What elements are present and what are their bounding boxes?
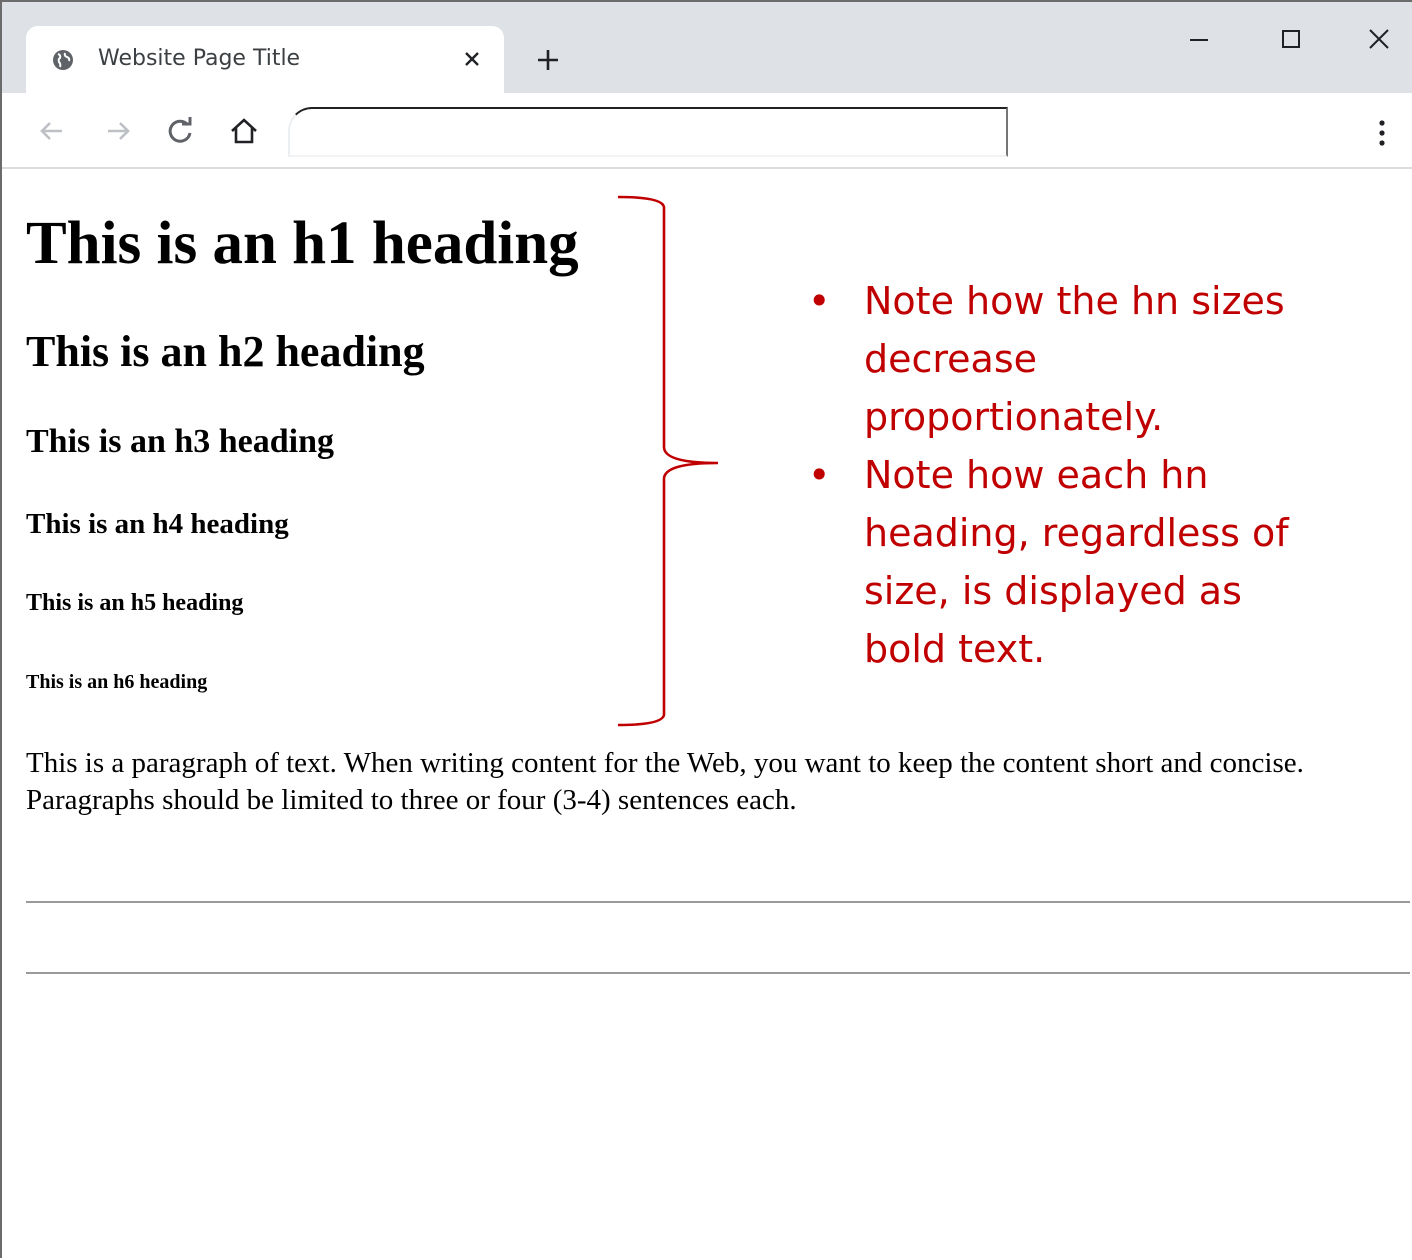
close-icon[interactable] [459,46,485,72]
h1-heading: This is an h1 heading [26,210,579,277]
browser-window: Website Page Title This is an h1 heading… [0,0,1412,1258]
h2-heading: This is an h2 heading [26,327,425,376]
tab-title: Website Page Title [98,46,301,71]
annotation-note: • Note how the hn sizes decrease proport… [808,272,1328,446]
note-text: Note how each hn heading, regardless of … [864,453,1289,671]
h4-heading: This is an h4 heading [26,508,289,540]
browser-toolbar [2,93,1412,169]
horizontal-rule [26,901,1410,903]
note-text: Note how the hn sizes decrease proportio… [864,279,1285,439]
h6-heading: This is an h6 heading [26,671,208,693]
home-icon[interactable] [226,113,262,149]
annotation-notes: • Note how the hn sizes decrease proport… [808,272,1328,678]
title-bar: Website Page Title [2,2,1412,93]
paragraph: This is a paragraph of text. When writin… [26,747,1304,816]
kebab-menu-icon[interactable] [1370,115,1394,151]
bullet: • [808,453,831,497]
plus-icon[interactable] [534,46,562,74]
maximize-icon[interactable] [1276,24,1306,54]
h5-heading: This is an h5 heading [26,590,244,616]
tab-website-page-title[interactable]: Website Page Title [26,26,504,93]
address-bar[interactable] [288,107,1008,157]
annotation-note: • Note how each hn heading, regardless o… [808,446,1328,678]
close-icon[interactable] [1364,24,1394,54]
arrow-right-icon[interactable] [100,113,136,149]
right-brace-annotation [617,195,719,727]
horizontal-rule [26,972,1410,974]
arrow-left-icon[interactable] [34,113,70,149]
globe-icon [53,50,73,70]
reload-icon[interactable] [162,113,198,149]
h3-heading: This is an h3 heading [26,423,335,460]
minimize-icon[interactable] [1184,24,1214,54]
bullet: • [808,279,831,323]
